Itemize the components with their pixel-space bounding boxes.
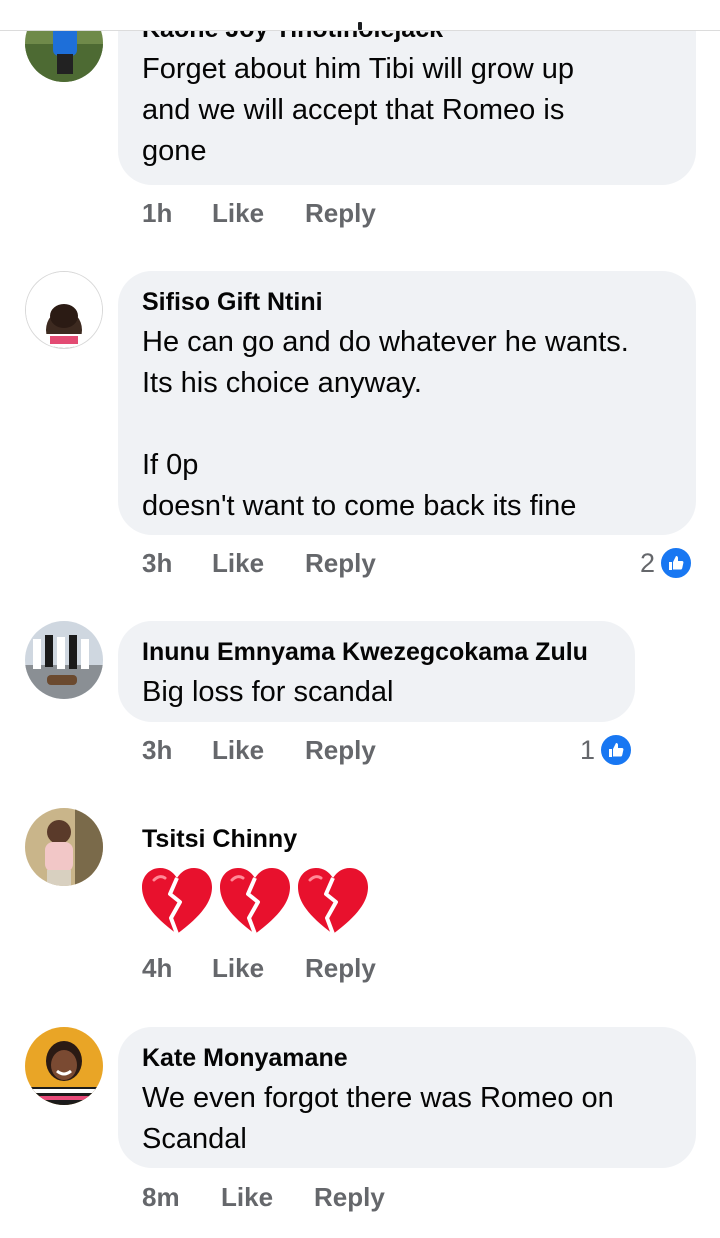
- thumbs-up-icon: [599, 733, 634, 767]
- comment-text: Forget about him Tibi will grow up and w…: [142, 53, 574, 167]
- reply-button[interactable]: Reply: [314, 1182, 404, 1213]
- top-bar: [0, 0, 720, 31]
- broken-heart-icon: [298, 868, 368, 935]
- broken-heart-icon: [220, 868, 290, 935]
- comment-time[interactable]: 3h: [142, 735, 212, 766]
- reply-button[interactable]: Reply: [305, 953, 395, 984]
- avatar[interactable]: [25, 271, 103, 349]
- like-button[interactable]: Like: [221, 1182, 314, 1213]
- reaction-count-value: 1: [580, 734, 596, 765]
- comment-actions: 3h Like Reply: [142, 546, 395, 580]
- comment-bubble: Kate Monyamane We even forgot there was …: [118, 1027, 696, 1168]
- comment-text: We even forgot there was Romeo on Scanda…: [142, 1082, 614, 1155]
- comment-text: He can go and do whatever he wants. Its …: [142, 326, 629, 522]
- avatar[interactable]: [25, 808, 103, 886]
- comment-bubble: Sifiso Gift Ntini He can go and do whate…: [118, 271, 696, 535]
- reaction-count[interactable]: 2: [640, 546, 694, 580]
- broken-heart-icon: [142, 868, 212, 935]
- reply-button[interactable]: Reply: [305, 735, 395, 766]
- comment-time[interactable]: 1h: [142, 198, 212, 229]
- comment-actions: 4h Like Reply: [142, 951, 395, 985]
- emoji-row: [140, 866, 370, 938]
- thumbs-up-icon: [659, 546, 694, 580]
- like-button[interactable]: Like: [212, 198, 305, 229]
- reaction-count-value: 2: [640, 547, 656, 578]
- reply-button[interactable]: Reply: [305, 198, 395, 229]
- comment-time[interactable]: 4h: [142, 953, 212, 984]
- comment-author[interactable]: Inunu Emnyama Kwezegcokama Zulu: [142, 635, 611, 669]
- avatar[interactable]: [25, 621, 103, 699]
- comment-actions: 8m Like Reply: [142, 1180, 404, 1214]
- like-button[interactable]: Like: [212, 735, 305, 766]
- comment-text: Big loss for scandal: [142, 676, 394, 708]
- avatar[interactable]: [25, 1027, 103, 1105]
- comment-author[interactable]: Sifiso Gift Ntini: [142, 285, 672, 319]
- comment-actions: 3h Like Reply: [142, 733, 395, 767]
- comment-author[interactable]: Kate Monyamane: [142, 1041, 672, 1075]
- like-button[interactable]: Like: [212, 548, 305, 579]
- comment-bubble: Inunu Emnyama Kwezegcokama Zulu Big loss…: [118, 621, 635, 722]
- comment-author[interactable]: Tsitsi Chinny: [142, 822, 297, 856]
- reply-button[interactable]: Reply: [305, 548, 395, 579]
- comment-actions: 1h Like Reply: [142, 196, 395, 230]
- comment-time[interactable]: 3h: [142, 548, 212, 579]
- reaction-count[interactable]: 1: [580, 733, 634, 767]
- comment-time[interactable]: 8m: [142, 1182, 221, 1213]
- like-button[interactable]: Like: [212, 953, 305, 984]
- top-bar-indicator: [358, 22, 362, 30]
